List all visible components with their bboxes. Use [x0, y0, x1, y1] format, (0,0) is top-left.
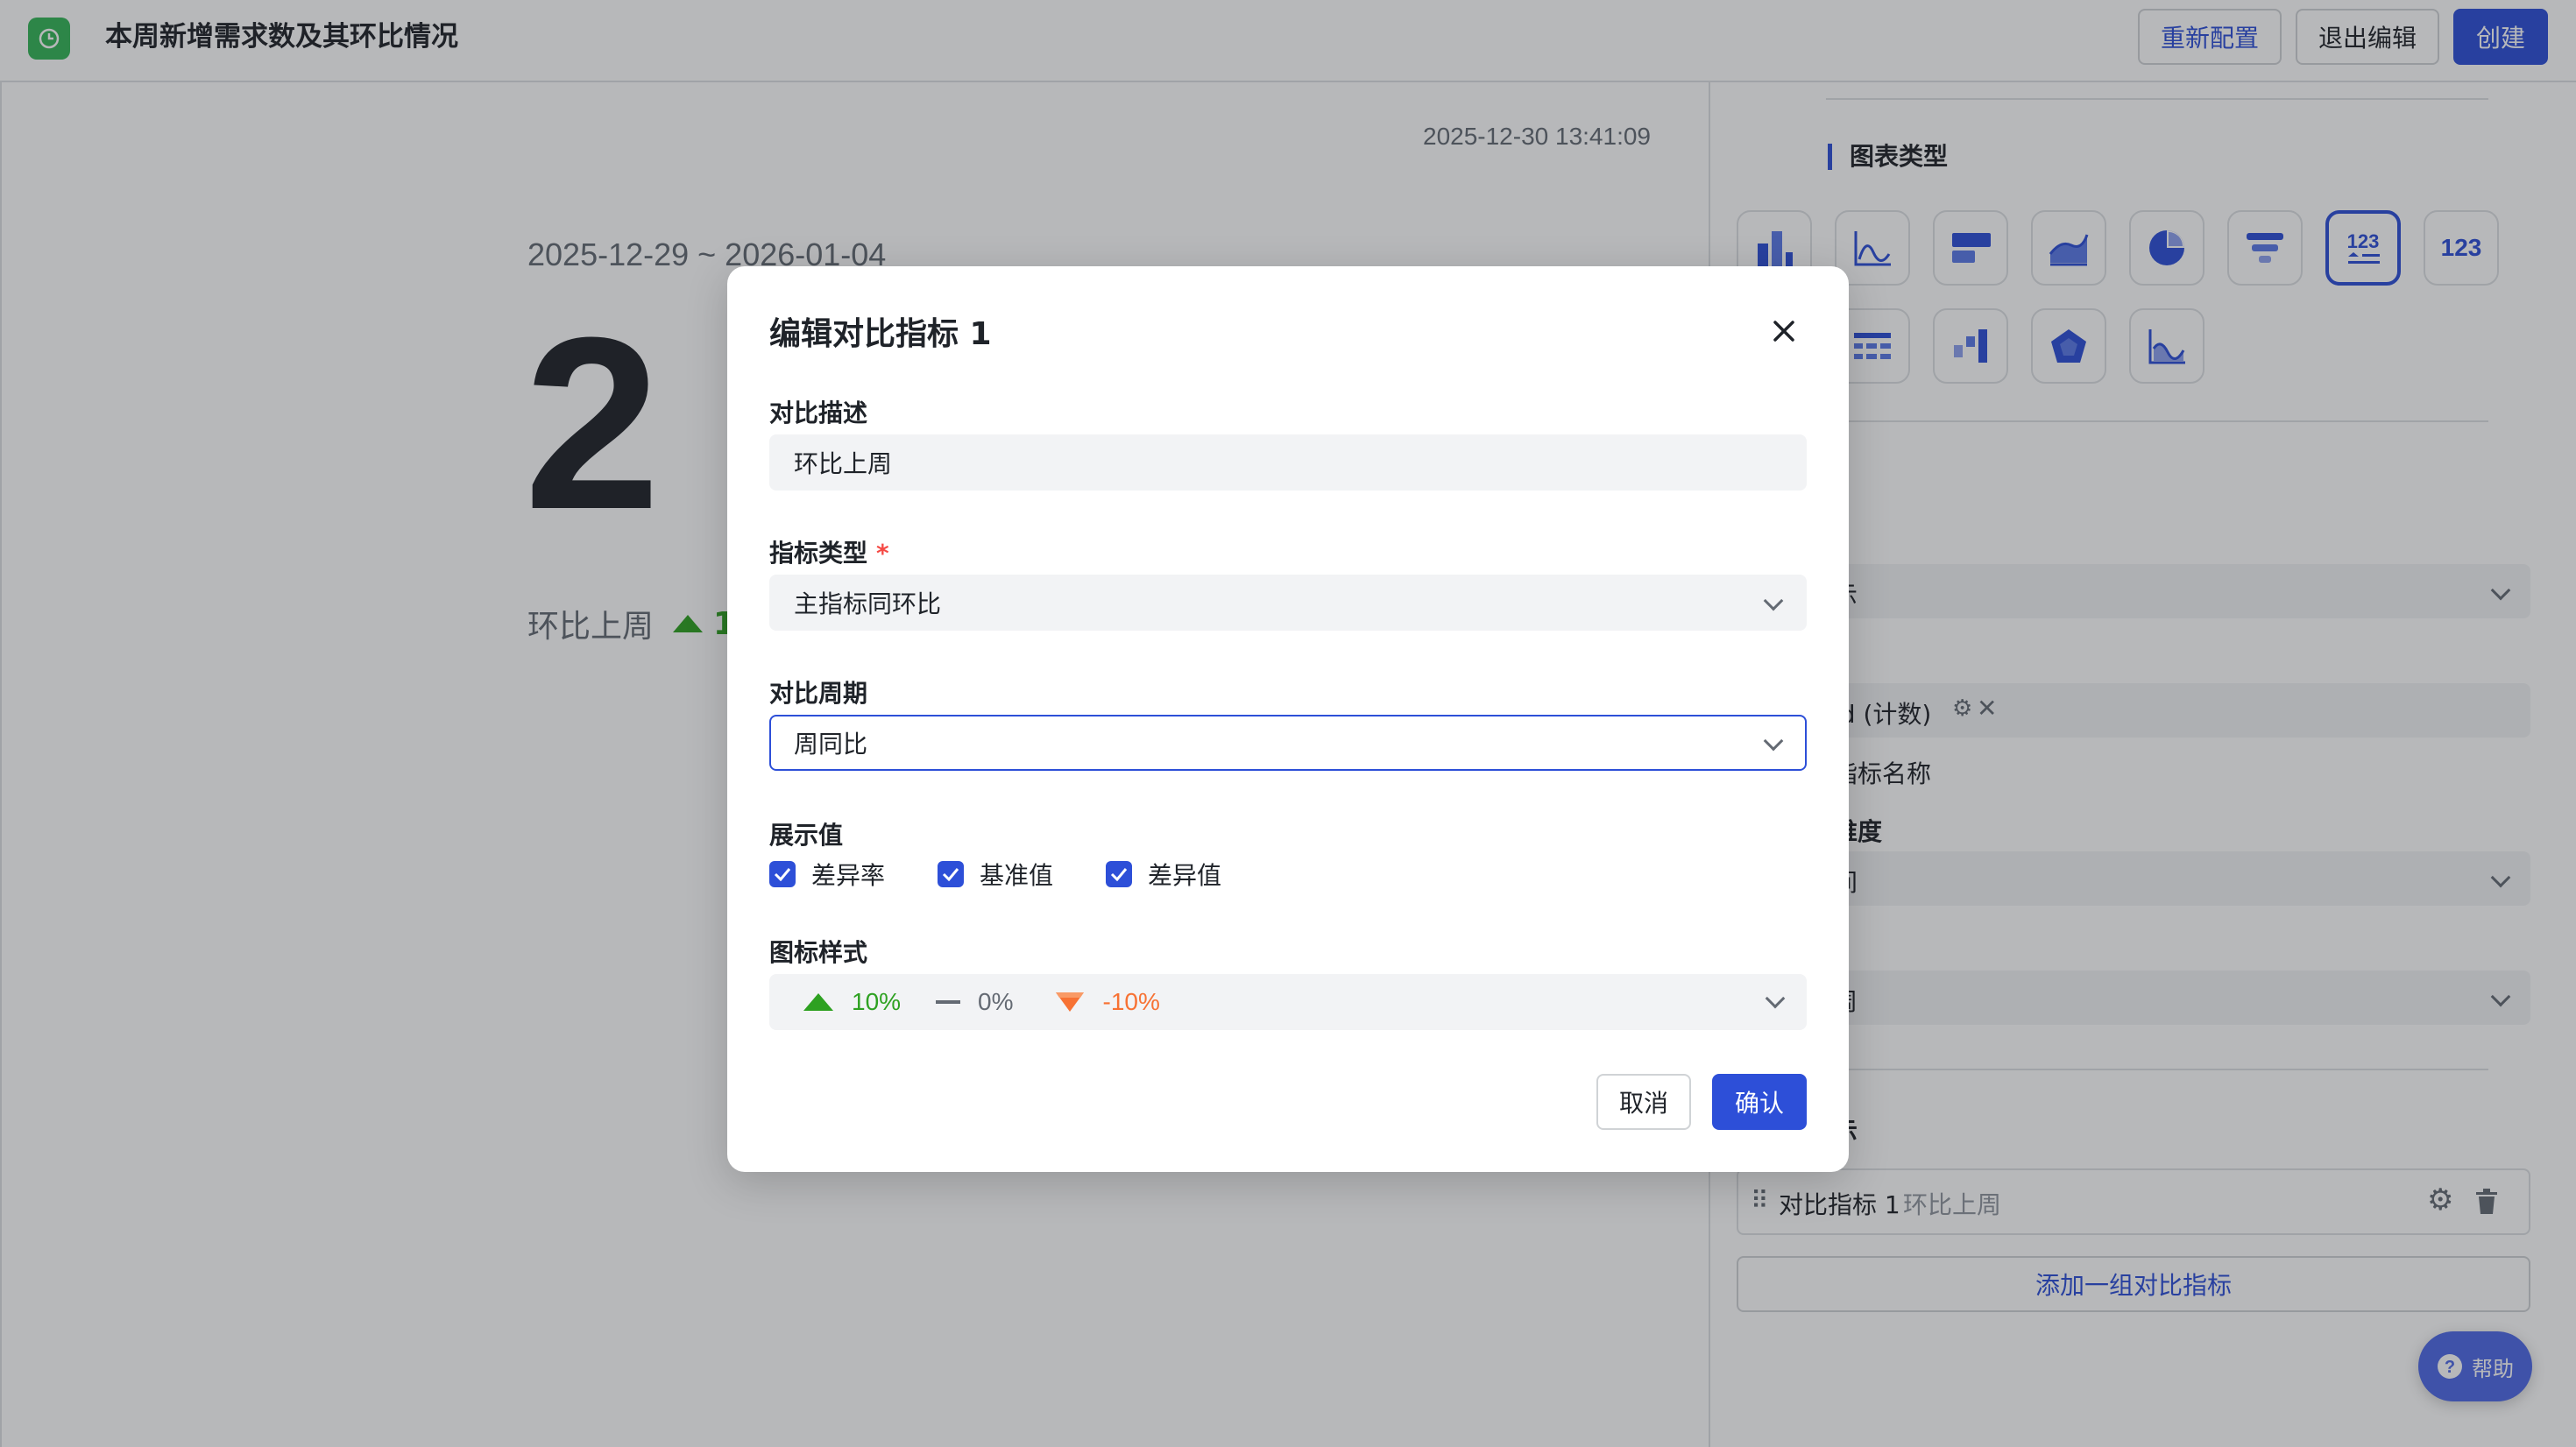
edit-compare-modal: 编辑对比指标 1 对比描述 环比上周 指标类型 * 主指标同环比 对比周期 周同比… [727, 266, 1849, 1172]
icon-style-select[interactable]: 10% 0% -10% [769, 974, 1807, 1030]
confirm-button[interactable]: 确认 [1712, 1074, 1807, 1130]
diff-rate-checkbox[interactable]: 差异率 [769, 857, 885, 892]
diff-value-label: 差异值 [1148, 861, 1222, 890]
cancel-button[interactable]: 取消 [1596, 1074, 1691, 1130]
icon-style-flat: 0% [936, 988, 1014, 1016]
icon-style-up: 10% [803, 988, 901, 1016]
base-value-checkbox[interactable]: 基准值 [938, 857, 1053, 892]
display-label: 展示值 [769, 821, 844, 850]
modal-title: 编辑对比指标 1 [769, 316, 992, 352]
checkbox-checked-icon[interactable] [938, 861, 965, 887]
diff-rate-label: 差异率 [811, 861, 886, 890]
chevron-down-icon [1763, 731, 1784, 752]
arrow-down-icon [1055, 992, 1084, 1012]
icon-style-down-value: -10% [1102, 988, 1160, 1015]
dash-icon [936, 1000, 961, 1004]
icon-style-up-value: 10% [852, 988, 902, 1015]
close-icon[interactable] [1766, 314, 1801, 349]
triangle-up-icon [803, 993, 833, 1011]
chevron-down-icon [1763, 590, 1784, 611]
required-mark: * [876, 539, 889, 568]
icon-style-flat-value: 0% [978, 988, 1014, 1015]
display-options: 差异率 基准值 差异值 [769, 857, 1221, 892]
type-label-text: 指标类型 [769, 539, 868, 568]
type-label: 指标类型 * [769, 534, 889, 569]
chevron-down-icon [1765, 988, 1786, 1009]
desc-input-value: 环比上周 [794, 449, 893, 478]
base-value-label: 基准值 [980, 861, 1054, 890]
checkbox-checked-icon[interactable] [1106, 861, 1133, 887]
period-select[interactable]: 周同比 [769, 715, 1807, 771]
icon-style-down: -10% [1054, 988, 1160, 1016]
desc-input[interactable]: 环比上周 [769, 434, 1807, 491]
diff-value-checkbox[interactable]: 差异值 [1106, 857, 1221, 892]
type-select[interactable]: 主指标同环比 [769, 575, 1807, 631]
period-select-value: 周同比 [794, 730, 868, 759]
type-select-value: 主指标同环比 [794, 589, 942, 618]
checkbox-checked-icon[interactable] [769, 861, 796, 887]
desc-label: 对比描述 [769, 399, 868, 427]
period-label: 对比周期 [769, 679, 868, 708]
icon-style-label: 图标样式 [769, 938, 868, 967]
